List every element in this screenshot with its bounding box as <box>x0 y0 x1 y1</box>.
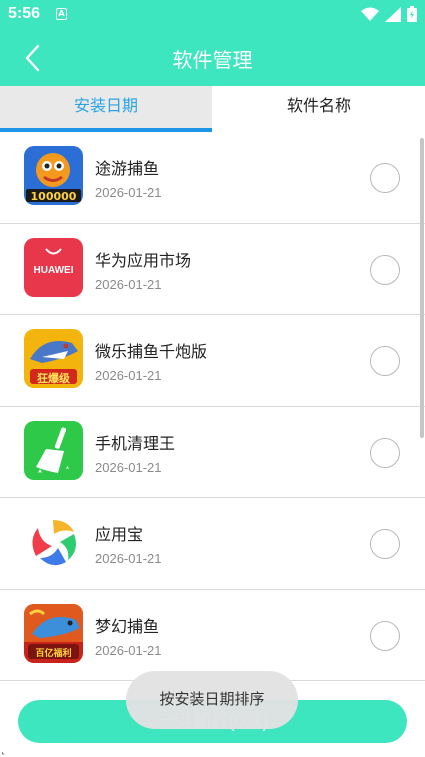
list-scrollbar[interactable] <box>420 138 424 438</box>
sort-toast: 按安装日期排序 <box>126 671 298 729</box>
select-radio[interactable] <box>370 163 400 193</box>
select-radio[interactable] <box>370 437 400 468</box>
app-list: 100000 途游捕鱼 2026-01-21 HUAWEI 华为应用市场 202… <box>0 132 425 687</box>
app-name: 途游捕鱼 <box>95 161 160 178</box>
svg-text:100000: 100000 <box>31 190 77 203</box>
app-install-date: 2026-01-21 <box>95 276 162 292</box>
status-time: 5:56 <box>8 5 41 22</box>
fish-game-icon: 100000 <box>24 146 83 205</box>
a-icon: A <box>56 8 67 20</box>
battery-icon <box>407 6 417 22</box>
list-item[interactable]: 100000 途游捕鱼 2026-01-21 <box>0 132 425 224</box>
select-radio[interactable] <box>370 346 400 376</box>
app-install-date: 2026-01-21 <box>95 551 162 566</box>
title-bar: 软件管理 <box>0 30 425 86</box>
app-install-date: 2026-01-21 <box>95 642 162 658</box>
app-install-date: 2026-01-21 <box>95 185 162 200</box>
page-title: 软件管理 <box>172 50 253 72</box>
app-name: 华为应用市场 <box>95 252 192 270</box>
wifi-icon <box>361 7 379 21</box>
app-icon-text: 狂爆级 <box>37 372 70 385</box>
status-bar: 5:56 A <box>0 0 425 30</box>
list-item[interactable]: 应用宝 2026-01-21 <box>0 498 425 590</box>
app-icon-text: HUAWEI <box>33 264 74 276</box>
huawei-appgallery-icon: HUAWEI <box>24 237 83 297</box>
app-name: 应用宝 <box>95 527 144 544</box>
status-icons <box>361 6 417 22</box>
app-install-date: 2026-01-21 <box>95 459 162 475</box>
app-icon-text: 百亿福利 <box>35 648 72 659</box>
select-radio[interactable] <box>370 620 400 651</box>
app-name: 梦幻捕鱼 <box>95 618 160 636</box>
tab-app-name[interactable]: 软件名称 <box>213 86 425 132</box>
list-item[interactable]: 百亿福利 梦幻捕鱼 2026-01-21 <box>0 590 425 681</box>
list-item[interactable]: 手机清理王 2026-01-21 <box>0 407 425 498</box>
app-name: 手机清理王 <box>95 435 176 453</box>
select-radio[interactable] <box>370 254 400 285</box>
yingyongbao-icon <box>24 512 83 571</box>
tab-install-date[interactable]: 安装日期 <box>0 86 212 132</box>
corner-mark: ˛ <box>0 741 6 755</box>
broom-icon <box>24 420 83 480</box>
list-item[interactable]: HUAWEI 华为应用市场 2026-01-21 <box>0 224 425 315</box>
list-item[interactable]: 狂爆级 微乐捕鱼千炮版 2026-01-21 <box>0 315 425 407</box>
dream-fish-icon: 百亿福利 <box>24 603 83 663</box>
app-install-date: 2026-01-21 <box>95 368 162 383</box>
select-radio[interactable] <box>370 529 400 559</box>
signal-icon <box>385 6 401 22</box>
sort-tabs: 安装日期 软件名称 <box>0 86 425 132</box>
shark-game-icon: 狂爆级 <box>24 329 83 388</box>
app-name: 微乐捕鱼千炮版 <box>95 344 208 361</box>
